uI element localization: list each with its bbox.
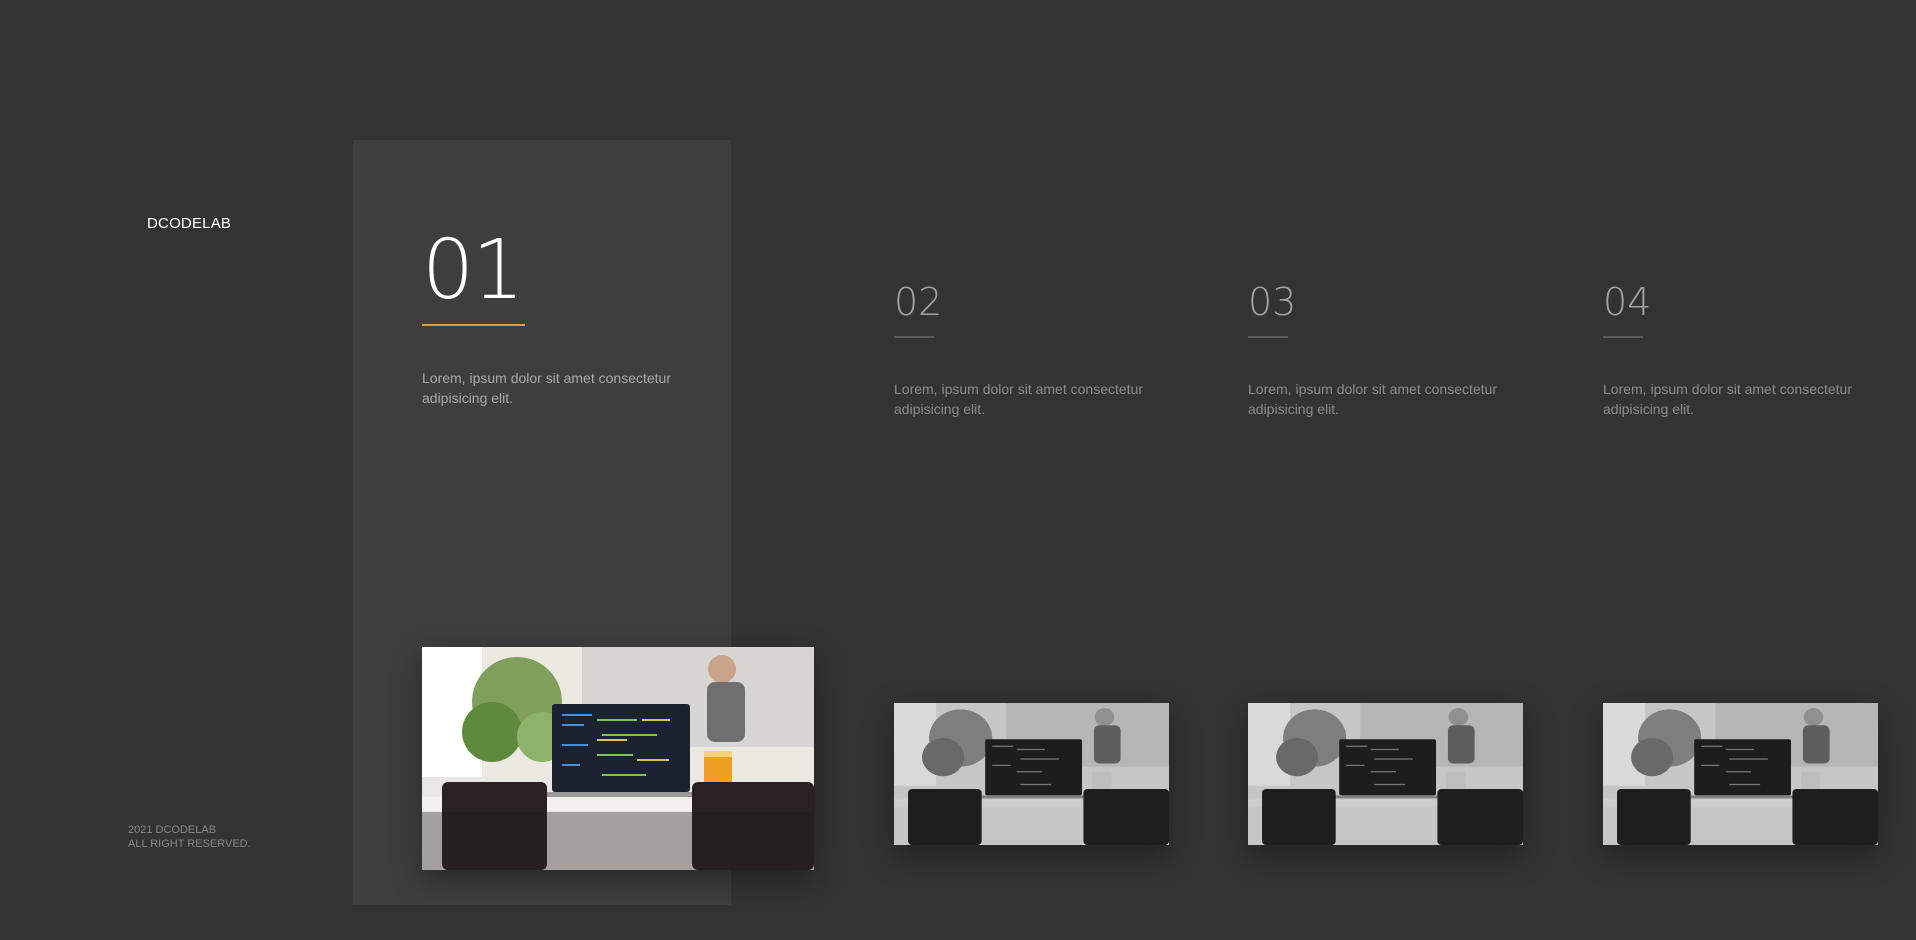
slide-description: Lorem, ipsum dolor sit amet consectetur … [894, 381, 1143, 417]
slide-underline [422, 324, 525, 326]
slide-description: Lorem, ipsum dolor sit amet consectetur … [1603, 381, 1852, 417]
slide-item-01[interactable]: 01 Lorem, ipsum dolor sit amet consectet… [422, 230, 682, 408]
copyright-rights: ALL RIGHT RESERVED. [128, 838, 251, 850]
slide-underline [1248, 336, 1288, 338]
laptop-cafe-photo [422, 647, 814, 870]
laptop-cafe-photo [894, 703, 1169, 845]
slide-item-02[interactable]: 02 Lorem, ipsum dolor sit amet consectet… [894, 283, 1154, 419]
slide-item-04[interactable]: 04 Lorem, ipsum dolor sit amet consectet… [1603, 283, 1863, 419]
slide-image-04[interactable] [1603, 703, 1878, 845]
slide-image-01[interactable] [422, 647, 814, 870]
slide-number: 03 [1248, 280, 1297, 324]
copyright-year: 2021 DCODELAB [128, 824, 217, 836]
slide-underline [1603, 336, 1643, 338]
slide-number: 04 [1603, 280, 1652, 324]
laptop-cafe-photo [1248, 703, 1523, 845]
slide-image-03[interactable] [1248, 703, 1523, 845]
copyright: 2021 DCODELAB ALL RIGHT RESERVED. [128, 823, 251, 851]
site-logo[interactable]: DCODELAB [147, 215, 231, 232]
slide-image-02[interactable] [894, 703, 1169, 845]
laptop-cafe-photo [1603, 703, 1878, 845]
slide-underline [894, 336, 934, 338]
slide-number: 01 [422, 223, 524, 318]
slide-description: Lorem, ipsum dolor sit amet consectetur … [1248, 381, 1497, 417]
slide-number: 02 [894, 280, 943, 324]
slide-description: Lorem, ipsum dolor sit amet consectetur … [422, 370, 671, 406]
slide-item-03[interactable]: 03 Lorem, ipsum dolor sit amet consectet… [1248, 283, 1508, 419]
